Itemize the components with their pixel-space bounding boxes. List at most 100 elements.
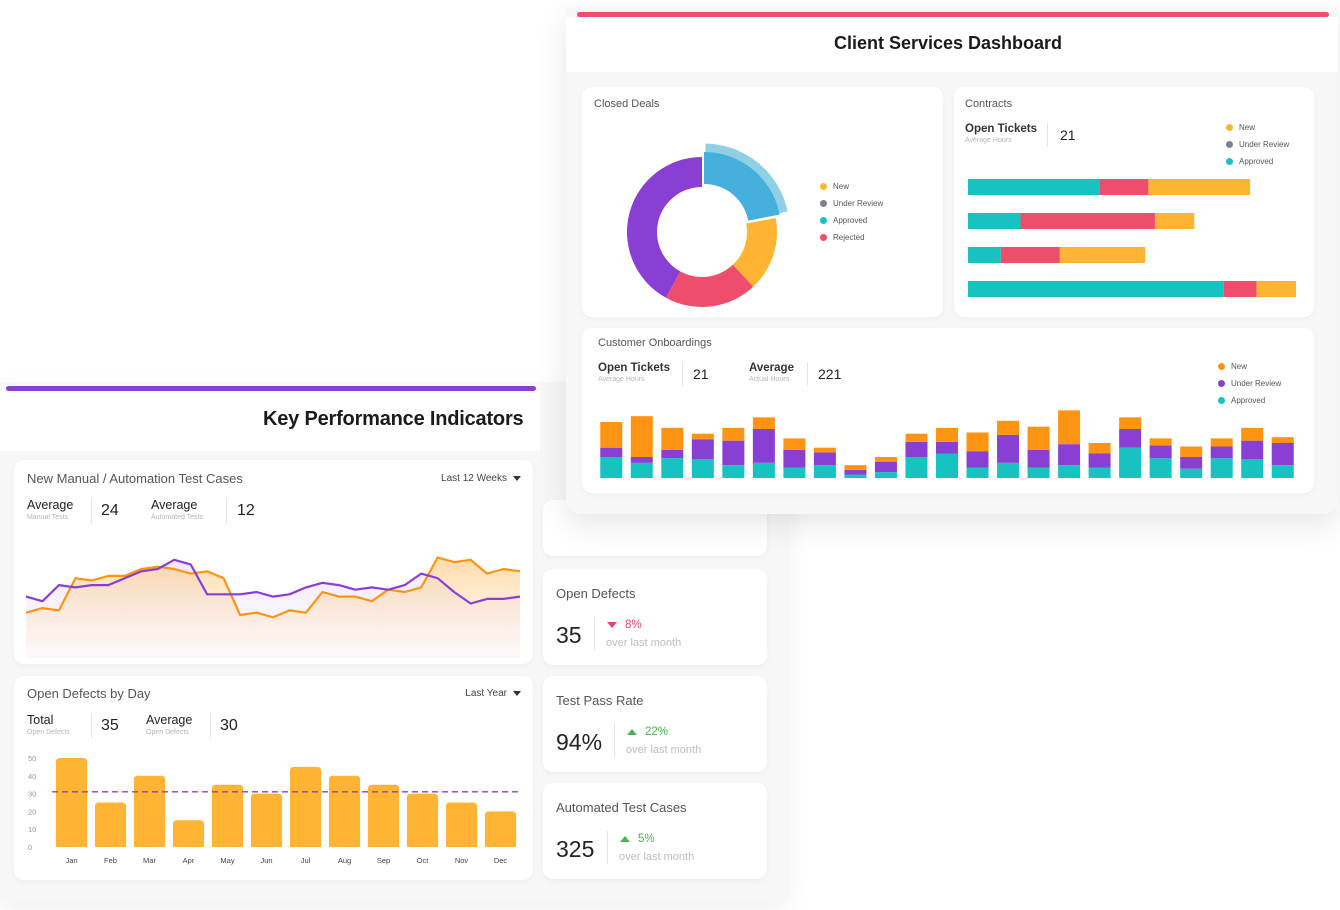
stat-label: Average [146, 713, 193, 727]
onboardings-bar-segment-new [1271, 437, 1294, 443]
y-tick-label: 20 [28, 807, 36, 816]
x-tick-label: Jun [260, 856, 272, 865]
onboardings-bar-segment-approved [1119, 447, 1142, 478]
onboardings-bar-segment-under-review [1241, 440, 1264, 460]
y-tick-label: 40 [28, 772, 36, 781]
legend-label: Under Review [1231, 379, 1282, 388]
contracts-bar-segment-approved [968, 213, 1021, 229]
legend-label: Rejected [833, 233, 865, 242]
onboardings-bar-segment-new [936, 427, 958, 442]
range-label: Last 12 Weeks [441, 473, 507, 484]
legend-item-approved: Approved [1218, 392, 1281, 409]
onboardings-bar [966, 432, 989, 478]
x-tick-label: Feb [104, 856, 117, 865]
defects-by-day-card: Open Defects by Day Last Year Total Open… [14, 676, 533, 880]
onboardings-bar-segment-new [722, 427, 745, 441]
manual-tests-value: 24 [101, 502, 119, 519]
onboardings-bar-segment-under-review [630, 457, 653, 463]
test-cases-title: New Manual / Automation Test Cases [27, 471, 243, 486]
contracts-bar-segment-approved [968, 179, 1100, 195]
onboardings-bar [1088, 443, 1111, 478]
defects-bar-jul [289, 766, 322, 847]
divider [607, 831, 608, 864]
contracts-title: Contracts [965, 98, 1013, 110]
client-services-title: Client Services Dashboard [833, 33, 1063, 53]
trend-up-icon [627, 729, 637, 735]
stat-label: Average [749, 362, 794, 374]
caret-down-icon [513, 476, 521, 481]
onboardings-bar-segment-new [691, 433, 714, 440]
test-cases-range-dropdown[interactable]: Last 12 Weeks [441, 473, 521, 484]
automated-test-cases-value: 325 [556, 836, 595, 862]
onboardings-title: Customer Onboardings [598, 337, 712, 349]
onboardings-bar-segment-approved [966, 467, 989, 478]
automated-tests-value: 12 [237, 502, 255, 519]
onboardings-bar-segment-under-review [600, 447, 623, 457]
contracts-bar-segment-rejected [1223, 281, 1257, 297]
test-pass-rate-delta: 22% [627, 726, 668, 738]
onboardings-bar [661, 427, 684, 478]
onboardings-bar-segment-approved [1180, 468, 1203, 478]
defects-bar-dec [484, 811, 517, 847]
legend-label: Under Review [833, 199, 884, 208]
stat-sub: Average Hours [598, 376, 645, 383]
onboardings-bar [1149, 438, 1172, 478]
onboardings-bar [1058, 410, 1081, 478]
divider [614, 724, 615, 757]
onboardings-bar-segment-under-review [1180, 457, 1203, 469]
closed-deals-legend: New Under Review Approved Rejected [820, 178, 883, 246]
legend-dot [820, 200, 827, 207]
x-tick-label: Jan [65, 856, 77, 865]
stat-sub: Open Defects [27, 729, 70, 736]
onboardings-bar-segment-approved [905, 457, 928, 478]
onboardings-legend: New Under Review Approved [1218, 358, 1281, 409]
contracts-open-tickets-value: 21 [1060, 127, 1076, 143]
trend-down-icon [607, 622, 617, 628]
onboardings-bar-segment-under-review [661, 450, 684, 459]
test-cases-card: New Manual / Automation Test Cases Last … [14, 460, 533, 664]
automated-test-cases-title: Automated Test Cases [556, 800, 687, 815]
contracts-bar-row [968, 213, 1195, 229]
y-tick-label: 30 [28, 790, 36, 799]
onboardings-bar-segment-approved [874, 472, 897, 478]
onboardings-bar-segment-new [1088, 443, 1111, 454]
legend-item-new: New [1218, 358, 1281, 375]
stat-sub: Actual Hours [749, 376, 790, 383]
delta-value: 22% [645, 726, 669, 738]
divider [594, 617, 595, 650]
stat-sub: Average Hours [965, 137, 1012, 144]
contracts-bar-segment-rejected [1020, 213, 1155, 229]
onboardings-bar-segment-new [1119, 417, 1142, 429]
onboardings-bar-segment-new [1210, 438, 1233, 447]
onboardings-bar-segment-new [661, 427, 684, 450]
divider [682, 362, 683, 386]
divider [1047, 123, 1048, 147]
legend-dot [1218, 380, 1225, 387]
onboardings-bar-segment-new [966, 432, 989, 452]
defects-bar-feb [94, 802, 127, 847]
test-cases-area-chart [26, 556, 521, 658]
automated-test-cases-delta: 5% [620, 833, 655, 845]
stat-label: Total [27, 713, 54, 727]
onboardings-bar-segment-approved [752, 462, 775, 478]
onboardings-bar-segment-new [844, 465, 867, 470]
onboardings-bar-segment-new [752, 417, 775, 429]
legend-label: New [1231, 362, 1248, 371]
divider [226, 498, 227, 524]
stat-sub: Open Defects [146, 729, 189, 736]
defects-bar-sep [367, 784, 400, 847]
defects-range-dropdown[interactable]: Last Year [465, 688, 521, 699]
stat-label: Average [151, 498, 198, 512]
divider [91, 713, 92, 739]
manual-tests-stat: Average Manual Tests [27, 498, 73, 521]
delta-caption: over last month [606, 637, 682, 649]
contracts-stacked-bar-chart [968, 179, 1296, 297]
onboardings-bar-segment-new [1027, 426, 1050, 450]
range-label: Last Year [465, 688, 507, 699]
onboardings-bar [630, 416, 653, 478]
x-tick-label: Sep [377, 856, 390, 865]
defects-bar-oct [406, 793, 439, 847]
legend-item-approved: Approved [820, 212, 883, 229]
defects-by-day-title: Open Defects by Day [27, 686, 151, 701]
onboardings-bar-segment-approved [1271, 465, 1294, 478]
